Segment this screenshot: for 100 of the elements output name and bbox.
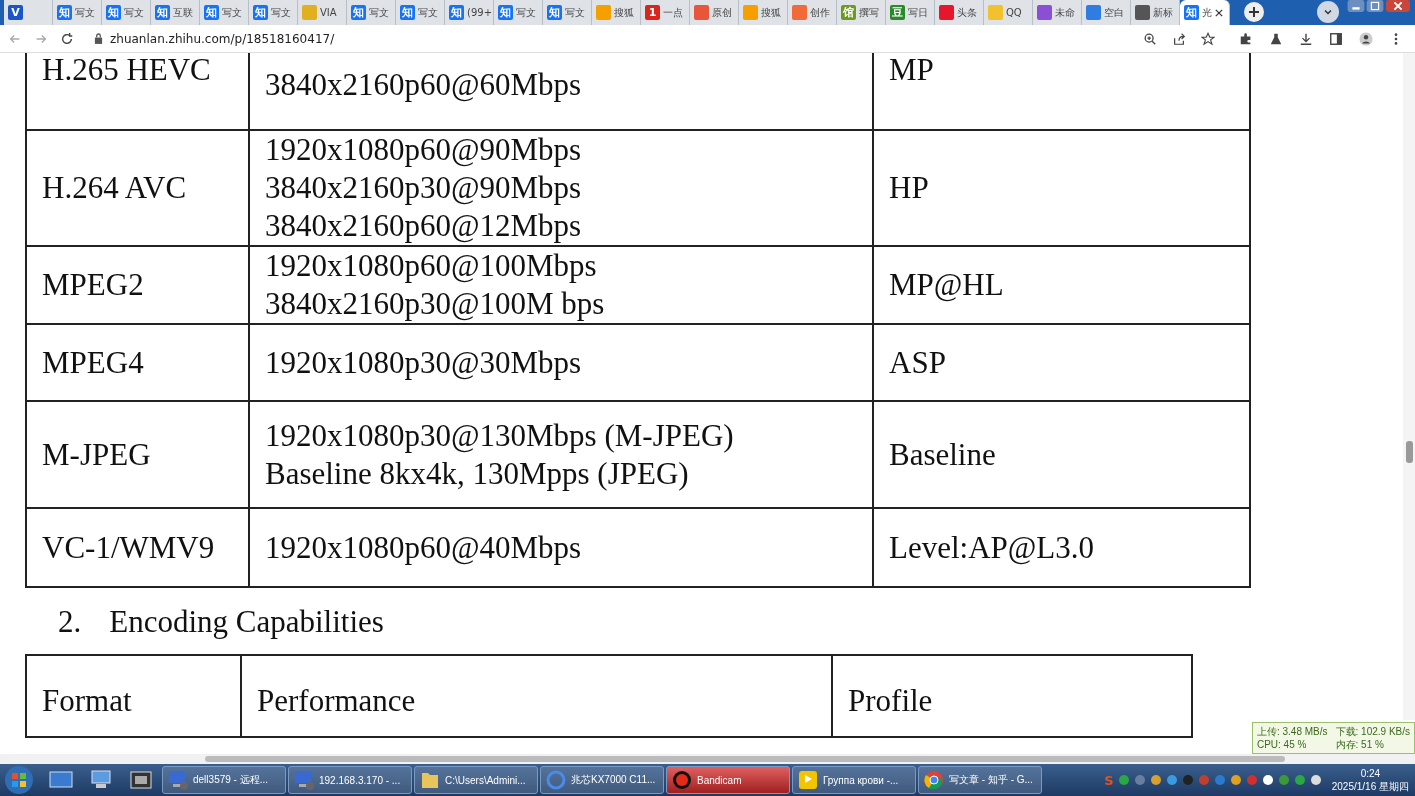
ring-icon	[545, 769, 567, 791]
browser-tab[interactable]: 豆 写日	[886, 0, 935, 25]
browser-tab[interactable]: 知 写文	[543, 0, 592, 25]
table-cell: 1920x1080p30@30Mbps	[265, 343, 582, 382]
browser-tab[interactable]: 原创	[690, 0, 739, 25]
site-icon: 知	[253, 5, 268, 20]
monitor-icon	[167, 769, 189, 791]
new-tab-button[interactable]	[1244, 2, 1264, 22]
section-heading: Encoding Capabilities	[109, 604, 384, 640]
taskbar-item[interactable]: 192.168.3.170 - ...	[288, 766, 412, 794]
taskbar-item[interactable]: 兆芯KX7000 C11...	[540, 766, 664, 794]
browser-tab[interactable]: V	[4, 0, 53, 25]
tray-icon[interactable]	[1261, 774, 1274, 786]
browser-tab[interactable]: VIA	[298, 0, 347, 25]
site-icon: 知	[547, 5, 562, 20]
taskbar-item[interactable]: Группа крови -...	[792, 766, 916, 794]
site-icon: 知	[449, 5, 464, 20]
browser-tab[interactable]: 创作	[788, 0, 837, 25]
browser-tab[interactable]: 馆 撰写	[837, 0, 886, 25]
browser-tab[interactable]: 新标	[1131, 0, 1180, 25]
table-cell: 1920x1080p30@130Mbps (M-JPEG)	[265, 416, 734, 455]
lock-icon	[94, 33, 103, 44]
browser-tab[interactable]: 搜狐	[739, 0, 788, 25]
site-icon: 知	[204, 5, 219, 20]
site-icon: V	[8, 5, 23, 20]
reload-icon[interactable]	[60, 31, 74, 46]
tray-icon[interactable]	[1309, 774, 1322, 786]
caret-icon	[1323, 7, 1333, 17]
vertical-scrollbar[interactable]	[1403, 53, 1415, 720]
site-icon: 1	[645, 5, 660, 20]
column-header: Profile	[848, 683, 933, 718]
table-cell: 3840x2160p60@60Mbps	[265, 66, 582, 104]
browser-tab[interactable]: 知 写文	[102, 0, 151, 25]
tab-search-button[interactable]	[1317, 1, 1339, 23]
start-button[interactable]	[4, 765, 34, 795]
play-icon	[797, 769, 819, 791]
clock[interactable]: 0:24 2025/1/16 星期四	[1323, 767, 1415, 793]
taskbar-item[interactable]: C:\Users\Admini...	[414, 766, 538, 794]
section-number: 2.	[58, 604, 82, 640]
maximize-icon[interactable]	[1366, 0, 1384, 12]
browser-tab[interactable]: 知 写文	[53, 0, 102, 25]
taskbar-item[interactable]: Bandicam	[666, 766, 790, 794]
download-icon[interactable]	[1299, 31, 1313, 46]
browser-icon	[923, 769, 945, 791]
table-cell: M-JPEG	[42, 436, 151, 472]
tray-icon[interactable]	[1149, 774, 1162, 786]
table-cell: 3840x2160p30@90Mbps	[265, 169, 582, 207]
taskbar-item[interactable]: dell3579 - 远程...	[162, 766, 286, 794]
table-cell: 1920x1080p60@100Mbps	[265, 247, 597, 285]
browser-tab[interactable]: 搜狐	[592, 0, 641, 25]
side-panel-icon[interactable]	[1329, 31, 1343, 46]
browser-tab[interactable]: 知 互联	[151, 0, 200, 25]
table-cell: VC-1/WMV9	[42, 529, 215, 565]
plus-icon	[1248, 6, 1260, 18]
star-icon[interactable]	[1201, 31, 1215, 46]
windows-icon[interactable]	[129, 769, 153, 791]
site-icon: 知	[400, 5, 415, 20]
profile-icon[interactable]	[1359, 31, 1373, 46]
horizontal-scrollbar[interactable]	[0, 754, 1415, 764]
browser-tab[interactable]: 知 (99+	[445, 0, 494, 25]
browser-tab[interactable]: 知 写文	[200, 0, 249, 25]
puzzle-icon[interactable]	[1239, 31, 1253, 46]
table-cell: 1920x1080p60@90Mbps	[265, 131, 582, 169]
browser-tab[interactable]: 头条	[935, 0, 984, 25]
browser-tab[interactable]: 知 写文	[347, 0, 396, 25]
browser-tab[interactable]: QQ	[984, 0, 1033, 25]
browser-tab[interactable]: 1 一点	[641, 0, 690, 25]
flask-icon[interactable]	[1269, 31, 1283, 46]
browser-tab[interactable]: 空白	[1082, 0, 1131, 25]
table-cell: Baseline 8kx4k, 130Mpps (JPEG)	[265, 454, 689, 493]
table-cell: 3840x2160p30@100M bps	[265, 285, 605, 323]
computer-icon[interactable]	[89, 769, 113, 791]
taskbar-item[interactable]: 写文章 - 知乎 - G...	[918, 766, 1042, 794]
table-cell: H.264 AVC	[42, 170, 187, 205]
close-icon[interactable]	[1385, 0, 1411, 12]
monitor-icon	[293, 769, 315, 791]
record-icon	[671, 769, 693, 791]
site-icon: 豆	[890, 5, 905, 20]
table-cell: MPEG2	[42, 267, 144, 302]
table-cell: H.265 HEVC	[42, 53, 211, 87]
tray-icon[interactable]	[1229, 774, 1242, 786]
close-icon[interactable]	[1215, 8, 1223, 17]
browser-tab[interactable]: 知 写文	[249, 0, 298, 25]
site-icon: 知	[106, 5, 121, 20]
upload-speed: 上传: 3.48 MB/s	[1256, 725, 1328, 738]
download-speed: 下载: 102.9 KB/s	[1335, 725, 1410, 738]
browser-tab[interactable]: 未命	[1033, 0, 1082, 25]
table-cell: 1920x1080p60@40Mbps	[265, 528, 582, 567]
site-icon: 知	[351, 5, 366, 20]
browser-tab[interactable]: 知 写文	[396, 0, 445, 25]
zoom-icon[interactable]	[1143, 31, 1157, 46]
browser-tab[interactable]: 知 光	[1180, 0, 1230, 25]
table-cell: Baseline	[889, 436, 996, 472]
site-icon: 知	[1184, 5, 1199, 20]
minimize-icon[interactable]	[1347, 0, 1365, 12]
browser-tab[interactable]: 知 写文	[494, 0, 543, 25]
desktop-icon[interactable]	[49, 769, 73, 791]
site-icon: 知	[498, 5, 513, 20]
share-icon[interactable]	[1172, 31, 1186, 46]
table-cell: 3840x2160p60@12Mbps	[265, 207, 582, 245]
